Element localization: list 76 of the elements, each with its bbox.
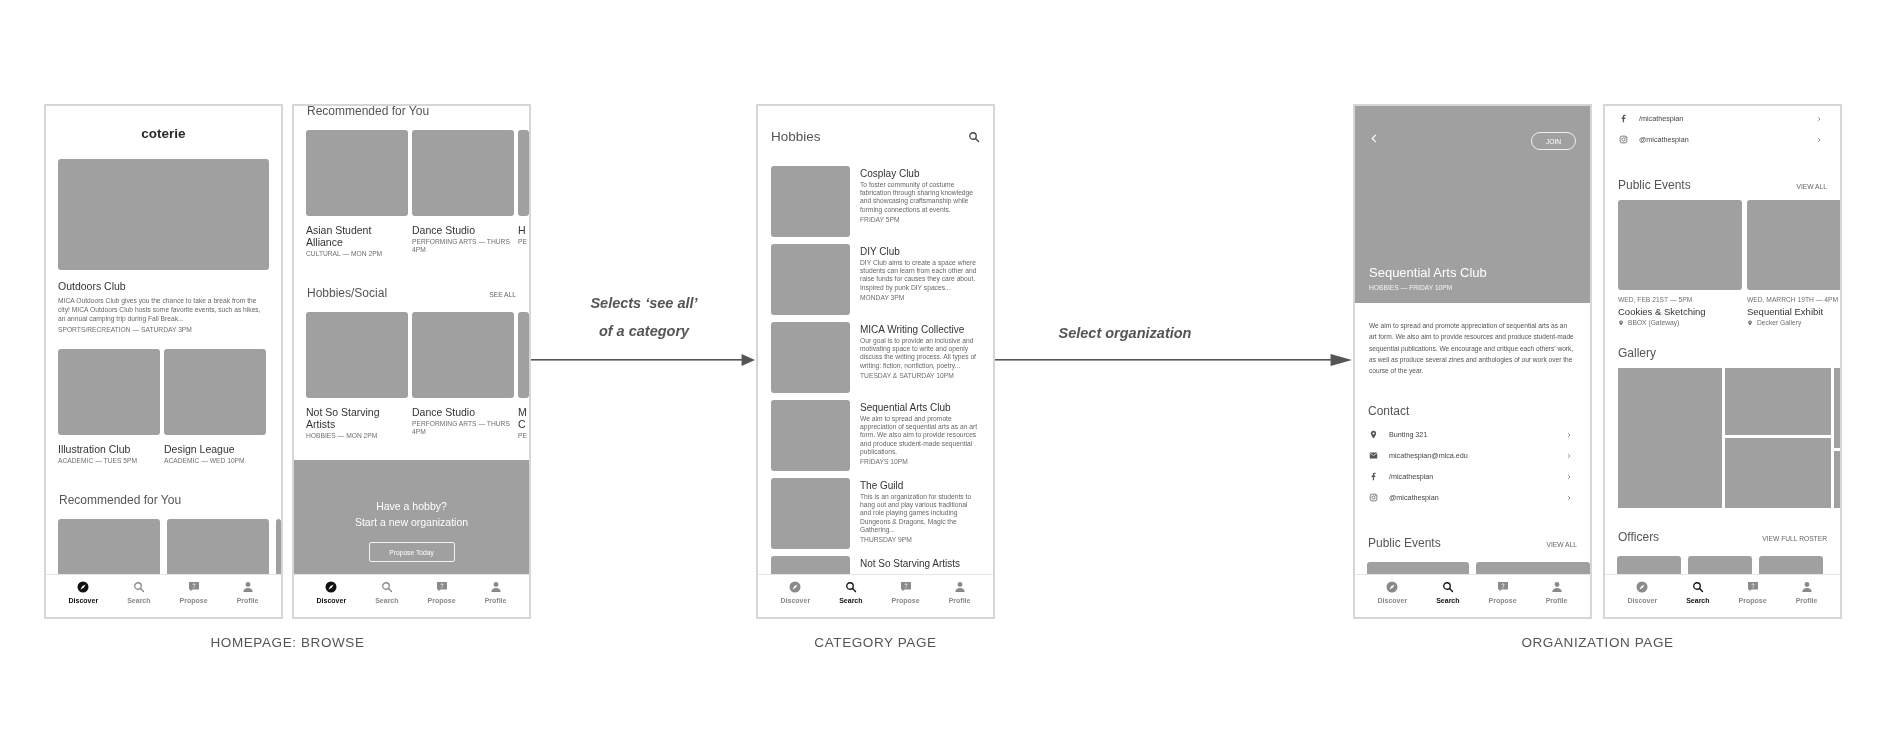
club-name: Illustration Club <box>58 443 132 455</box>
instagram-icon <box>1369 493 1378 503</box>
organization-name: Sequential Arts Club <box>1369 265 1488 281</box>
club-name: Cosplay Club <box>860 168 921 180</box>
section-caption: ORGANIZATION PAGE <box>1521 635 1674 650</box>
image-placeholder <box>1834 451 1840 508</box>
chevron-right-icon <box>1566 453 1572 459</box>
search-icon <box>1691 581 1704 593</box>
compass-icon <box>325 581 338 593</box>
facebook-icon <box>1369 472 1378 482</box>
question-bubble-icon <box>187 581 200 593</box>
instagram-icon <box>1619 135 1628 144</box>
location-pin-icon <box>1747 319 1753 326</box>
club-name: MICA Writing Collective <box>860 324 966 336</box>
event-name: Sequential Exhibit <box>1747 306 1825 317</box>
club-name: Design League <box>164 443 236 455</box>
club-name: DIY Club <box>860 246 901 258</box>
arrow-label: Selects ‘see all’ <box>590 294 698 313</box>
image-placeholder <box>1617 556 1681 574</box>
section-title: Recommended for You <box>59 493 182 507</box>
promo-text: Have a hobby? <box>376 499 447 514</box>
chevron-right-icon <box>1566 432 1572 438</box>
compass-icon <box>1636 581 1649 593</box>
chevron-right-icon <box>1816 115 1822 122</box>
arrow-label: Select organization <box>1058 324 1192 343</box>
location-pin-icon <box>1369 430 1378 440</box>
club-name: Dance Studio <box>412 224 477 236</box>
image-placeholder <box>276 519 281 574</box>
club-name: Dance Studio <box>412 406 477 418</box>
club-name: The Guild <box>860 480 905 492</box>
club-name: Outdoors Club <box>58 280 127 293</box>
section-title: Gallery <box>1618 346 1656 360</box>
club-name: Not So Starving Artists <box>860 558 962 570</box>
question-bubble-icon <box>1746 581 1759 593</box>
club-name: H <box>518 224 527 236</box>
question-bubble-icon <box>1496 581 1509 593</box>
section-title: Officers <box>1618 530 1660 544</box>
arrow-label: of a category <box>598 322 690 341</box>
search-icon <box>844 581 857 593</box>
chevron-right-icon <box>1566 495 1572 501</box>
person-icon <box>489 581 502 593</box>
person-icon <box>1550 581 1563 593</box>
image-placeholder <box>1759 556 1823 574</box>
image-placeholder <box>1688 556 1752 574</box>
section-caption: CATEGORY PAGE <box>814 635 937 650</box>
search-icon <box>1441 581 1454 593</box>
chevron-right-icon <box>1816 136 1822 143</box>
section-title: Contact <box>1368 404 1410 419</box>
club-name: Sequential Arts Club <box>860 402 952 414</box>
person-icon <box>953 581 966 593</box>
search-icon[interactable] <box>968 131 980 143</box>
compass-icon <box>789 581 802 593</box>
app-title: coterie <box>140 125 187 142</box>
search-icon <box>380 581 393 593</box>
section-title: Public Events <box>1368 536 1441 551</box>
page-title: Hobbies <box>771 128 821 146</box>
club-name: Asian Student Alliance <box>306 224 373 248</box>
event-name: Cookies & Sketching <box>1618 306 1707 317</box>
person-icon <box>241 581 254 593</box>
promo-text: Start a new organization <box>354 515 469 530</box>
compass-icon <box>1386 581 1399 593</box>
section-title: Public Events <box>1618 178 1691 192</box>
section-title: Hobbies/Social <box>307 286 388 300</box>
question-bubble-icon <box>435 581 448 593</box>
chevron-right-icon <box>1566 474 1572 480</box>
search-icon <box>132 581 145 593</box>
facebook-icon <box>1619 114 1628 123</box>
compass-icon <box>77 581 90 593</box>
club-name: Not So Starving Artists <box>306 406 381 430</box>
question-bubble-icon <box>899 581 912 593</box>
envelope-icon <box>1369 451 1378 461</box>
section-caption: HOMEPAGE: BROWSE <box>210 635 365 650</box>
location-pin-icon <box>1618 319 1624 326</box>
club-name: M C <box>518 406 528 430</box>
person-icon <box>1800 581 1813 593</box>
section-title: Recommended for You <box>307 106 430 118</box>
